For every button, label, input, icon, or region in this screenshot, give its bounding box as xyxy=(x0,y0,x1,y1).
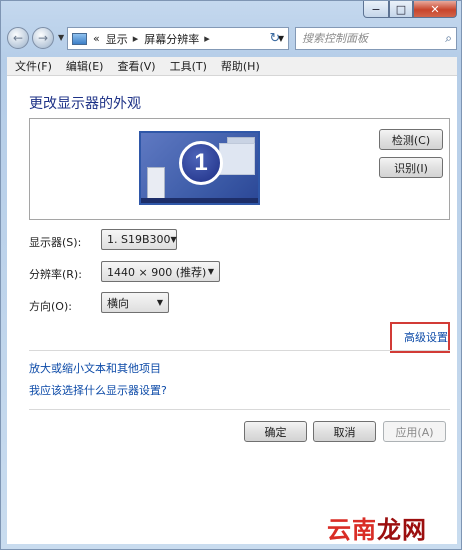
divider xyxy=(29,350,450,351)
monitor-number-badge: 1 xyxy=(179,141,223,185)
content-pane: 更改显示器的外观 1 检测(C) 识别(I) 显示器(S): 1. S19B30… xyxy=(7,76,457,544)
resolution-label: 分辨率(R): xyxy=(29,268,82,281)
which-settings-link[interactable]: 我应该选择什么显示器设置? xyxy=(29,382,167,398)
maximize-button[interactable]: □ xyxy=(389,1,413,18)
recent-pages-dropdown-icon[interactable]: ▼ xyxy=(58,33,64,42)
watermark-text: 龙网 xyxy=(377,516,427,544)
search-box[interactable]: ⌕ xyxy=(295,27,457,50)
preview-list-graphic xyxy=(147,167,165,199)
window-frame: − □ ✕ ← → ▼ « 显示 ▸ 屏幕分辨率 ▸ ▼ ↻ ⌕ 文 xyxy=(0,0,462,550)
breadcrumb-item-resolution[interactable]: 屏幕分辨率 xyxy=(144,31,199,47)
breadcrumb-separator-icon[interactable]: ▸ xyxy=(204,32,210,45)
address-bar[interactable]: « 显示 ▸ 屏幕分辨率 ▸ ▼ xyxy=(67,27,289,50)
orientation-select-value: 横向 xyxy=(107,296,129,310)
menu-help[interactable]: 帮助(H) xyxy=(213,58,266,74)
search-input[interactable] xyxy=(300,31,434,46)
breadcrumb-prefix[interactable]: « xyxy=(93,32,100,45)
refresh-icon: ↻ xyxy=(269,31,281,46)
menu-file[interactable]: 文件(F) xyxy=(7,58,58,74)
window-controls: − □ ✕ xyxy=(363,1,457,18)
detect-button[interactable]: 检测(C) xyxy=(379,129,443,150)
divider xyxy=(29,409,450,410)
cancel-button[interactable]: 取消 xyxy=(313,421,376,442)
forward-arrow-icon: → xyxy=(37,31,49,45)
breadcrumb-item-display[interactable]: 显示 xyxy=(106,31,128,47)
apply-button[interactable]: 应用(A) xyxy=(383,421,446,442)
text-size-link[interactable]: 放大或缩小文本和其他项目 xyxy=(29,360,161,376)
page-title: 更改显示器的外观 xyxy=(29,96,141,112)
minimize-button[interactable]: − xyxy=(363,1,389,18)
forward-button[interactable]: → xyxy=(32,27,54,49)
chevron-down-icon: ▼ xyxy=(156,298,163,307)
display-control-panel-icon xyxy=(72,32,87,45)
menu-view[interactable]: 查看(V) xyxy=(109,58,161,74)
monitor-preview[interactable]: 1 xyxy=(139,131,260,205)
chevron-down-icon: ▼ xyxy=(207,267,214,276)
monitor-preview-panel: 1 检测(C) 识别(I) xyxy=(29,118,450,220)
chevron-down-icon: ▼ xyxy=(170,235,177,244)
menu-tools[interactable]: 工具(T) xyxy=(162,58,213,74)
advanced-settings-link[interactable]: 高级设置 xyxy=(404,329,448,345)
orientation-label: 方向(O): xyxy=(29,300,72,313)
search-icon[interactable]: ⌕ xyxy=(445,31,452,46)
menu-edit[interactable]: 编辑(E) xyxy=(58,58,110,74)
display-select[interactable]: 1. S19B300 ▼ xyxy=(101,229,177,250)
close-button[interactable]: ✕ xyxy=(413,1,457,18)
navigation-bar: ← → ▼ « 显示 ▸ 屏幕分辨率 ▸ ▼ ↻ ⌕ xyxy=(7,25,457,53)
preview-taskbar-graphic xyxy=(141,198,258,203)
display-label: 显示器(S): xyxy=(29,236,82,249)
resolution-select[interactable]: 1440 × 900 (推荐) ▼ xyxy=(101,261,220,282)
breadcrumb-separator-icon[interactable]: ▸ xyxy=(133,32,139,45)
resolution-select-value: 1440 × 900 (推荐) xyxy=(107,265,207,279)
site-watermark: 云南龙网 xyxy=(327,510,427,545)
menu-bar: 文件(F) 编辑(E) 查看(V) 工具(T) 帮助(H) xyxy=(7,57,457,76)
preview-window-graphic xyxy=(219,143,255,175)
display-select-value: 1. S19B300 xyxy=(107,233,171,246)
refresh-button[interactable]: ↻ xyxy=(264,27,286,50)
watermark-text: 云南 xyxy=(327,516,377,544)
back-button[interactable]: ← xyxy=(7,27,29,49)
back-arrow-icon: ← xyxy=(12,31,24,45)
ok-button[interactable]: 确定 xyxy=(244,421,307,442)
identify-button[interactable]: 识别(I) xyxy=(379,157,443,178)
orientation-select[interactable]: 横向 ▼ xyxy=(101,292,169,313)
title-bar: − □ ✕ xyxy=(1,1,462,25)
